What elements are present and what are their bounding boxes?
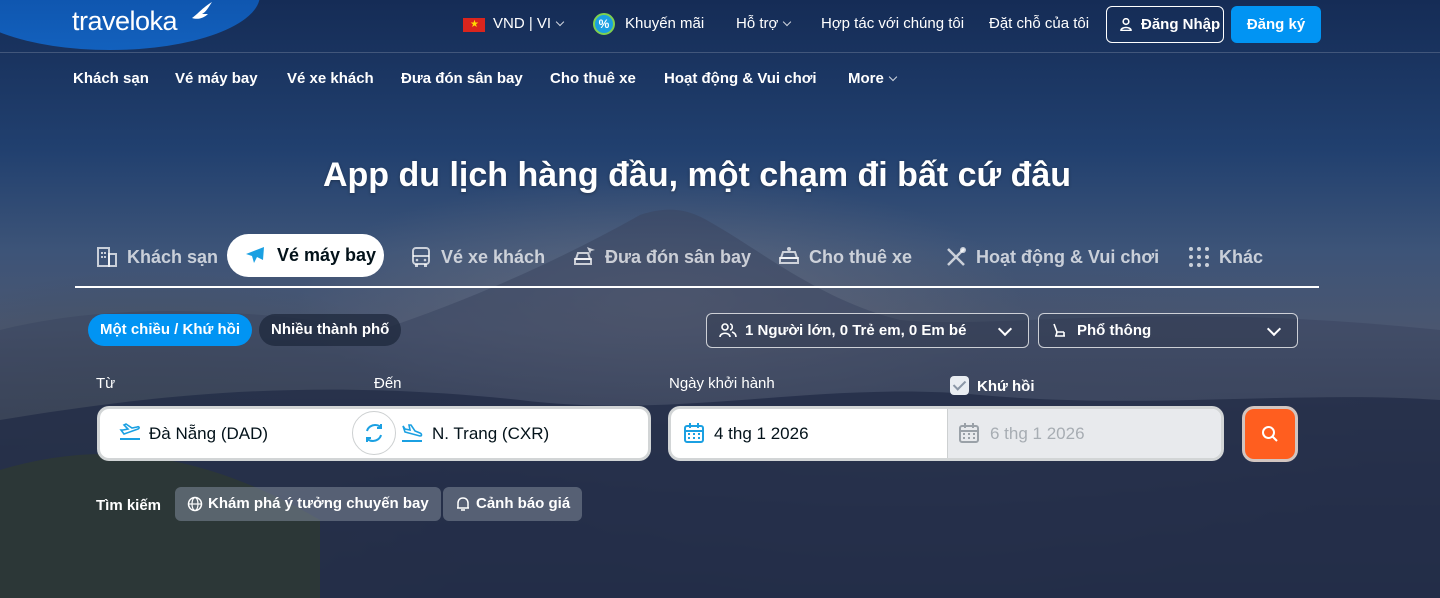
login-label: Đăng Nhập bbox=[1141, 16, 1221, 33]
to-label: Đến bbox=[374, 375, 402, 392]
subnav-more-label: More bbox=[848, 70, 884, 87]
register-button[interactable]: Đăng ký bbox=[1231, 6, 1321, 43]
subnav-airport-transfer[interactable]: Đưa đón sân bay bbox=[401, 70, 523, 87]
promo-link[interactable]: Khuyến mãi bbox=[625, 15, 704, 32]
seat-icon bbox=[1053, 323, 1065, 337]
globe-icon bbox=[187, 496, 203, 512]
hero-title: App du lịch hàng đầu, một chạm đi bất cứ… bbox=[322, 156, 1072, 194]
tab-airport-transfer[interactable]: Đưa đón sân bay bbox=[573, 236, 751, 278]
currency-label: VND | VI bbox=[493, 15, 552, 32]
explore-flight-ideas-button[interactable]: Khám phá ý tưởng chuyến bay bbox=[175, 487, 441, 521]
swap-icon bbox=[366, 423, 382, 443]
bus-icon bbox=[412, 247, 430, 267]
calendar-icon bbox=[684, 423, 704, 443]
explore-flight-ideas-label: Khám phá ý tưởng chuyến bay bbox=[208, 495, 429, 512]
tab-car-rental[interactable]: Cho thuê xe bbox=[777, 236, 912, 278]
chevron-down-icon bbox=[555, 17, 565, 27]
flag-vn-icon: ★ bbox=[463, 18, 485, 32]
chevron-down-icon bbox=[1266, 321, 1282, 337]
to-input[interactable]: N. Trang (CXR) bbox=[432, 424, 549, 444]
cabin-class-dropdown[interactable]: Phổ thông bbox=[1038, 313, 1298, 348]
round-trip-label: Khứ hồi bbox=[977, 378, 1035, 395]
swap-route-button[interactable] bbox=[352, 411, 396, 455]
plane-icon bbox=[246, 247, 264, 263]
login-button[interactable]: Đăng Nhập bbox=[1106, 6, 1224, 43]
car-rental-icon bbox=[779, 247, 799, 264]
landing-icon bbox=[402, 424, 423, 442]
more-grid-icon bbox=[1189, 247, 1209, 267]
depart-date-label: Ngày khởi hành bbox=[669, 375, 775, 392]
passengers-dropdown[interactable]: 1 Người lớn, 0 Trẻ em, 0 Em bé bbox=[706, 313, 1029, 348]
search-button[interactable] bbox=[1242, 406, 1298, 462]
takeoff-icon bbox=[119, 423, 140, 440]
tab-activities-label: Hoạt động & Vui chơi bbox=[976, 247, 1160, 267]
chevron-down-icon bbox=[888, 72, 898, 82]
trip-type-multi-city[interactable]: Nhiều thành phố bbox=[259, 314, 402, 346]
subnav-flights[interactable]: Vé máy bay bbox=[175, 70, 258, 87]
depart-date-input[interactable]: 4 thg 1 2026 bbox=[714, 424, 809, 444]
my-bookings-link[interactable]: Đặt chỗ của tôi bbox=[989, 15, 1089, 32]
search-extras-label: Tìm kiếm bbox=[96, 497, 162, 514]
top-header: traveloka ★ VND | VI % Khuyến mãi Hỗ trợ… bbox=[0, 0, 1440, 52]
airport-transfer-icon bbox=[574, 247, 595, 265]
passengers-value: 1 Người lớn, 0 Trẻ em, 0 Em bé bbox=[745, 322, 967, 339]
tab-hotels[interactable]: Khách sạn bbox=[95, 236, 218, 278]
subnav-activities[interactable]: Hoạt động & Vui chơi bbox=[664, 70, 817, 87]
promo-icon: % bbox=[593, 13, 615, 35]
currency-language-selector[interactable]: VND | VI bbox=[493, 15, 565, 32]
header-divider bbox=[0, 52, 1440, 53]
support-menu[interactable]: Hỗ trợ bbox=[736, 15, 792, 32]
cabin-class-value: Phổ thông bbox=[1077, 322, 1152, 339]
date-input-group: 4 thg 1 2026 6 thg 1 2026 bbox=[668, 406, 1224, 461]
subnav-more[interactable]: More bbox=[848, 70, 898, 87]
sub-navigation: Khách sạn Vé máy bay Vé xe khách Đưa đón… bbox=[0, 62, 1440, 92]
tab-more[interactable]: Khác bbox=[1187, 236, 1263, 278]
subnav-car-rental[interactable]: Cho thuê xe bbox=[550, 70, 636, 87]
tabs-underline bbox=[75, 286, 1319, 288]
hotel-icon bbox=[97, 247, 117, 267]
tab-bus[interactable]: Vé xe khách bbox=[409, 236, 545, 278]
price-alert-label: Cảnh báo giá bbox=[476, 495, 571, 512]
chevron-down-icon bbox=[997, 321, 1013, 337]
search-icon bbox=[1262, 426, 1278, 442]
support-label: Hỗ trợ bbox=[736, 15, 779, 32]
tab-airport-transfer-label: Đưa đón sân bay bbox=[605, 247, 752, 267]
passengers-icon bbox=[719, 323, 737, 338]
traveloka-logo[interactable]: traveloka bbox=[72, 6, 178, 37]
return-date-input: 6 thg 1 2026 bbox=[990, 424, 1085, 443]
subnav-hotels[interactable]: Khách sạn bbox=[73, 70, 149, 87]
user-icon bbox=[1120, 18, 1132, 31]
price-alert-button[interactable]: Cảnh báo giá bbox=[443, 487, 583, 521]
chevron-down-icon bbox=[783, 17, 792, 27]
from-label: Từ bbox=[96, 375, 116, 392]
logo-bird-icon bbox=[192, 2, 212, 19]
subnav-bus[interactable]: Vé xe khách bbox=[287, 70, 374, 87]
trip-type-one-way-round[interactable]: Một chiều / Khứ hồi bbox=[88, 314, 253, 346]
from-input[interactable]: Đà Nẵng (DAD) bbox=[149, 424, 268, 444]
round-trip-checkbox[interactable] bbox=[950, 376, 969, 395]
tab-flights[interactable]: Vé máy bay bbox=[227, 234, 384, 277]
return-date-field[interactable]: 6 thg 1 2026 bbox=[947, 409, 1221, 458]
tab-activities[interactable]: Hoạt động & Vui chơi bbox=[944, 236, 1159, 278]
bell-icon bbox=[457, 497, 469, 511]
activities-icon bbox=[947, 247, 966, 266]
calendar-icon bbox=[959, 423, 979, 443]
partner-link[interactable]: Hợp tác với chúng tôi bbox=[821, 15, 964, 32]
